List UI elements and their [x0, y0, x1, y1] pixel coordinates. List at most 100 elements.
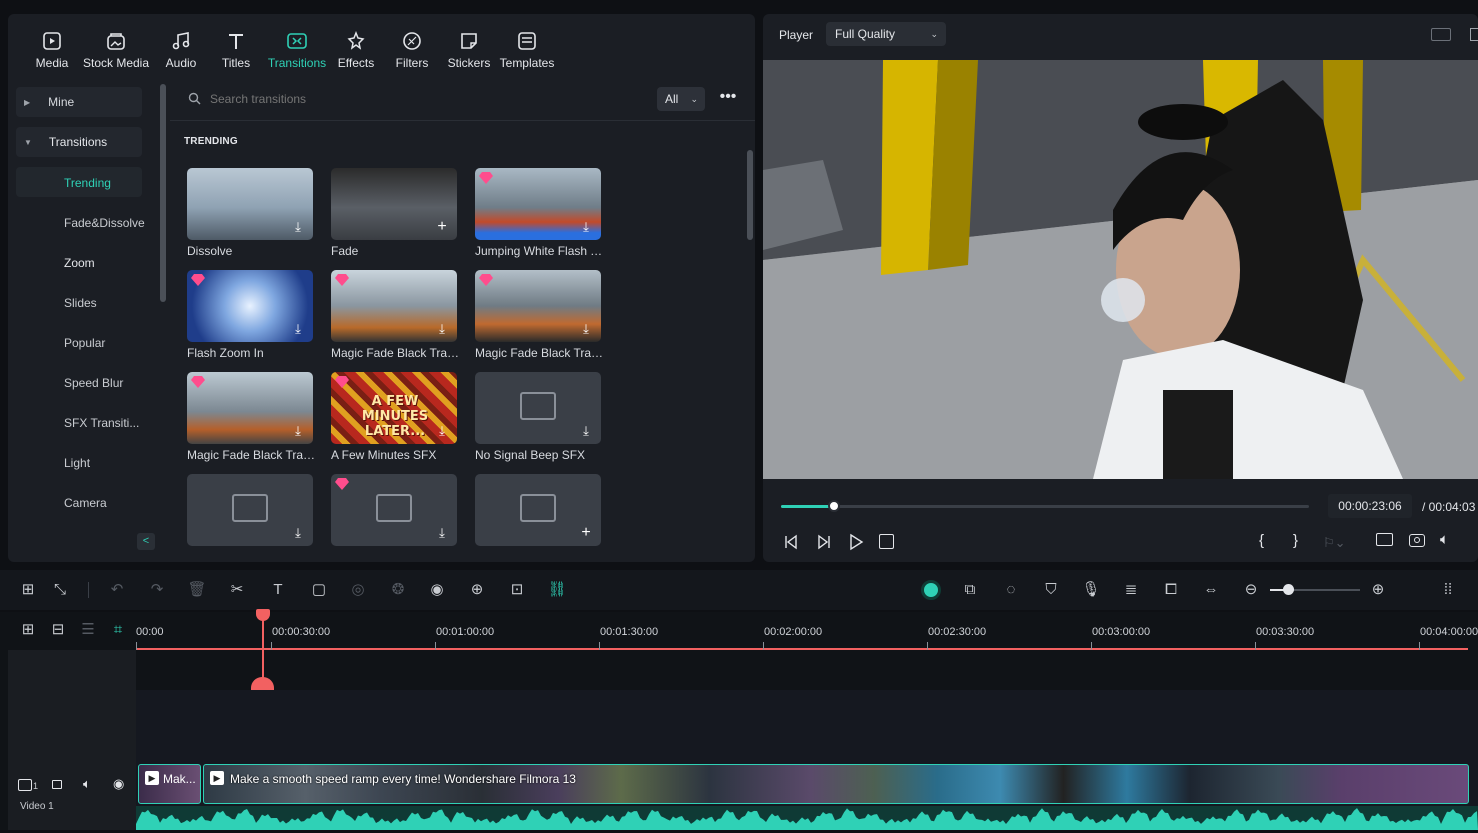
download-icon[interactable]: ⤓	[579, 220, 593, 234]
current-time-box[interactable]: 00:00:23:06	[1328, 494, 1412, 518]
track-volume-icon[interactable]: 🔈︎	[83, 776, 91, 792]
link-icon[interactable]: ⛓︎	[547, 581, 567, 599]
collapse-sidebar-button[interactable]: <	[137, 533, 155, 550]
mark-out-button[interactable]: }	[1293, 532, 1298, 549]
eye-icon[interactable]: ◉	[113, 776, 124, 792]
download-icon[interactable]: ⤓	[579, 322, 593, 336]
toolbar-templates[interactable]: Templates	[492, 30, 562, 70]
marker-icon[interactable]: ⚐⌄	[1323, 535, 1346, 551]
layout-icon[interactable]: ⊞	[18, 581, 38, 599]
add-track-icon[interactable]: ⊞	[18, 621, 38, 639]
video-clip-2[interactable]: ▶ Make a smooth speed ramp every time! W…	[203, 764, 1469, 804]
redo-icon[interactable]: ↷	[147, 581, 167, 599]
progress-track[interactable]	[781, 500, 1309, 512]
ai-icon[interactable]: ◉	[427, 581, 447, 599]
mark-in-button[interactable]: {	[1259, 532, 1264, 549]
select-tool-icon[interactable]: ⤡	[50, 581, 70, 599]
filter-dropdown[interactable]: All ⌄	[657, 87, 705, 111]
download-icon[interactable]: ⤓	[579, 424, 593, 438]
snap-icon[interactable]: ⌗	[108, 621, 128, 639]
sidebar-item-trending[interactable]: Trending	[64, 176, 111, 190]
download-icon[interactable]: ⤓	[291, 220, 305, 234]
audio-icon	[172, 32, 190, 50]
snapshot-top-icon[interactable]	[1470, 28, 1478, 41]
transition-thumb[interactable]: ⤓	[331, 270, 457, 342]
lock-icon[interactable]	[52, 780, 62, 789]
grid-scrollbar[interactable]	[747, 150, 753, 240]
more-tools-icon[interactable]: ⁞⁞	[1438, 581, 1458, 599]
audio-waveform[interactable]	[136, 806, 1478, 830]
zoom-slider[interactable]	[1270, 584, 1360, 595]
transition-thumb[interactable]: ⤓	[187, 372, 313, 444]
download-icon[interactable]: ⤓	[291, 424, 305, 438]
transition-thumb[interactable]: +	[331, 168, 457, 240]
shield-icon[interactable]: ⛉	[1041, 581, 1061, 599]
zoom-out-icon[interactable]: ⊖	[1241, 581, 1261, 599]
sidebar-item-camera[interactable]: Camera	[64, 496, 107, 510]
record-screen-icon[interactable]: ⧉	[960, 581, 980, 599]
translate-icon[interactable]: ⊡	[507, 581, 527, 599]
download-icon[interactable]: ⤓	[291, 526, 305, 540]
zoom-in-icon[interactable]: ⊕	[1368, 581, 1388, 599]
download-icon[interactable]: ⤓	[291, 322, 305, 336]
speed-icon[interactable]: ⊕	[467, 581, 487, 599]
next-frame-button[interactable]	[815, 533, 833, 551]
transition-thumb[interactable]: ⤓	[475, 168, 601, 240]
video-clip-1[interactable]: ▶ Mak...	[138, 764, 201, 804]
prev-frame-button[interactable]	[782, 533, 800, 551]
quality-dropdown[interactable]: Full Quality ⌄	[826, 22, 946, 46]
color-match-icon[interactable]: ◎	[348, 581, 368, 599]
download-icon[interactable]: ⤓	[435, 424, 449, 438]
grid-view-icon[interactable]	[1431, 28, 1451, 41]
transition-thumb[interactable]: A FEW MINUTES LATER... ⤓	[331, 372, 457, 444]
play-button[interactable]	[847, 533, 865, 551]
stop-button[interactable]	[879, 534, 894, 549]
transition-thumb[interactable]: ⤓	[475, 270, 601, 342]
ai-copilot-button[interactable]	[921, 580, 941, 600]
zoom-slider-knob[interactable]	[1283, 584, 1294, 595]
audio-mix-icon[interactable]: ≣	[1121, 581, 1141, 599]
sidebar-scrollbar[interactable]	[160, 84, 166, 302]
toolbar-stock-media[interactable]: Stock Media	[81, 30, 151, 70]
render-icon[interactable]: ◌	[1001, 581, 1021, 599]
split-icon[interactable]: ✂︎	[227, 581, 247, 599]
add-icon[interactable]: +	[435, 219, 449, 235]
text-icon[interactable]: T	[268, 581, 288, 599]
transition-thumb[interactable]: +	[475, 474, 601, 546]
toolbar-titles[interactable]: Titles	[201, 30, 271, 70]
sidebar-item-sfx-transitions[interactable]: SFX Transiti...	[64, 416, 139, 430]
sidebar-item-popular[interactable]: Popular	[64, 336, 105, 350]
toolbar-media[interactable]: Media	[17, 30, 87, 70]
sidebar-item-zoom[interactable]: Zoom	[64, 256, 95, 270]
color-icon[interactable]: ❂	[388, 581, 408, 599]
link-track-icon[interactable]: ⊟	[48, 621, 68, 639]
download-icon[interactable]: ⤓	[435, 526, 449, 540]
fit-icon[interactable]: ⇔	[1201, 581, 1221, 599]
sidebar-item-slides[interactable]: Slides	[64, 296, 97, 310]
undo-icon[interactable]: ↶	[107, 581, 127, 599]
transition-thumb[interactable]: ⤓	[331, 474, 457, 546]
microphone-icon[interactable]: 🎙︎	[1081, 581, 1101, 599]
transition-thumb[interactable]: ⤓	[187, 168, 313, 240]
crop-icon[interactable]: ▢	[309, 581, 329, 599]
snapshot-icon[interactable]: ⧠	[1161, 581, 1181, 599]
transition-thumb[interactable]: ⤓	[187, 270, 313, 342]
volume-icon[interactable]: 🔈︎	[1440, 531, 1449, 548]
sidebar-item-light[interactable]: Light	[64, 456, 90, 470]
transition-thumb[interactable]: ⤓	[475, 372, 601, 444]
sidebar-item-fade-dissolve[interactable]: Fade&Dissolve	[64, 216, 145, 230]
camera-icon[interactable]	[1409, 534, 1425, 547]
progress-knob[interactable]	[827, 500, 840, 512]
more-options-button[interactable]: •••	[718, 88, 738, 108]
track-manager-icon[interactable]: ☰	[78, 621, 98, 639]
display-icon[interactable]	[1376, 533, 1393, 546]
sidebar-transitions[interactable]: ▼ Transitions	[16, 127, 142, 157]
search-input[interactable]	[210, 89, 610, 109]
add-icon[interactable]: +	[579, 525, 593, 541]
sidebar-item-speed-blur[interactable]: Speed Blur	[64, 376, 123, 390]
download-icon[interactable]: ⤓	[435, 322, 449, 336]
sidebar-mine[interactable]: ▶ Mine	[16, 87, 142, 117]
transition-thumb[interactable]: ⤓	[187, 474, 313, 546]
delete-icon[interactable]: 🗑︎	[187, 581, 207, 599]
video-preview[interactable]	[763, 60, 1478, 479]
